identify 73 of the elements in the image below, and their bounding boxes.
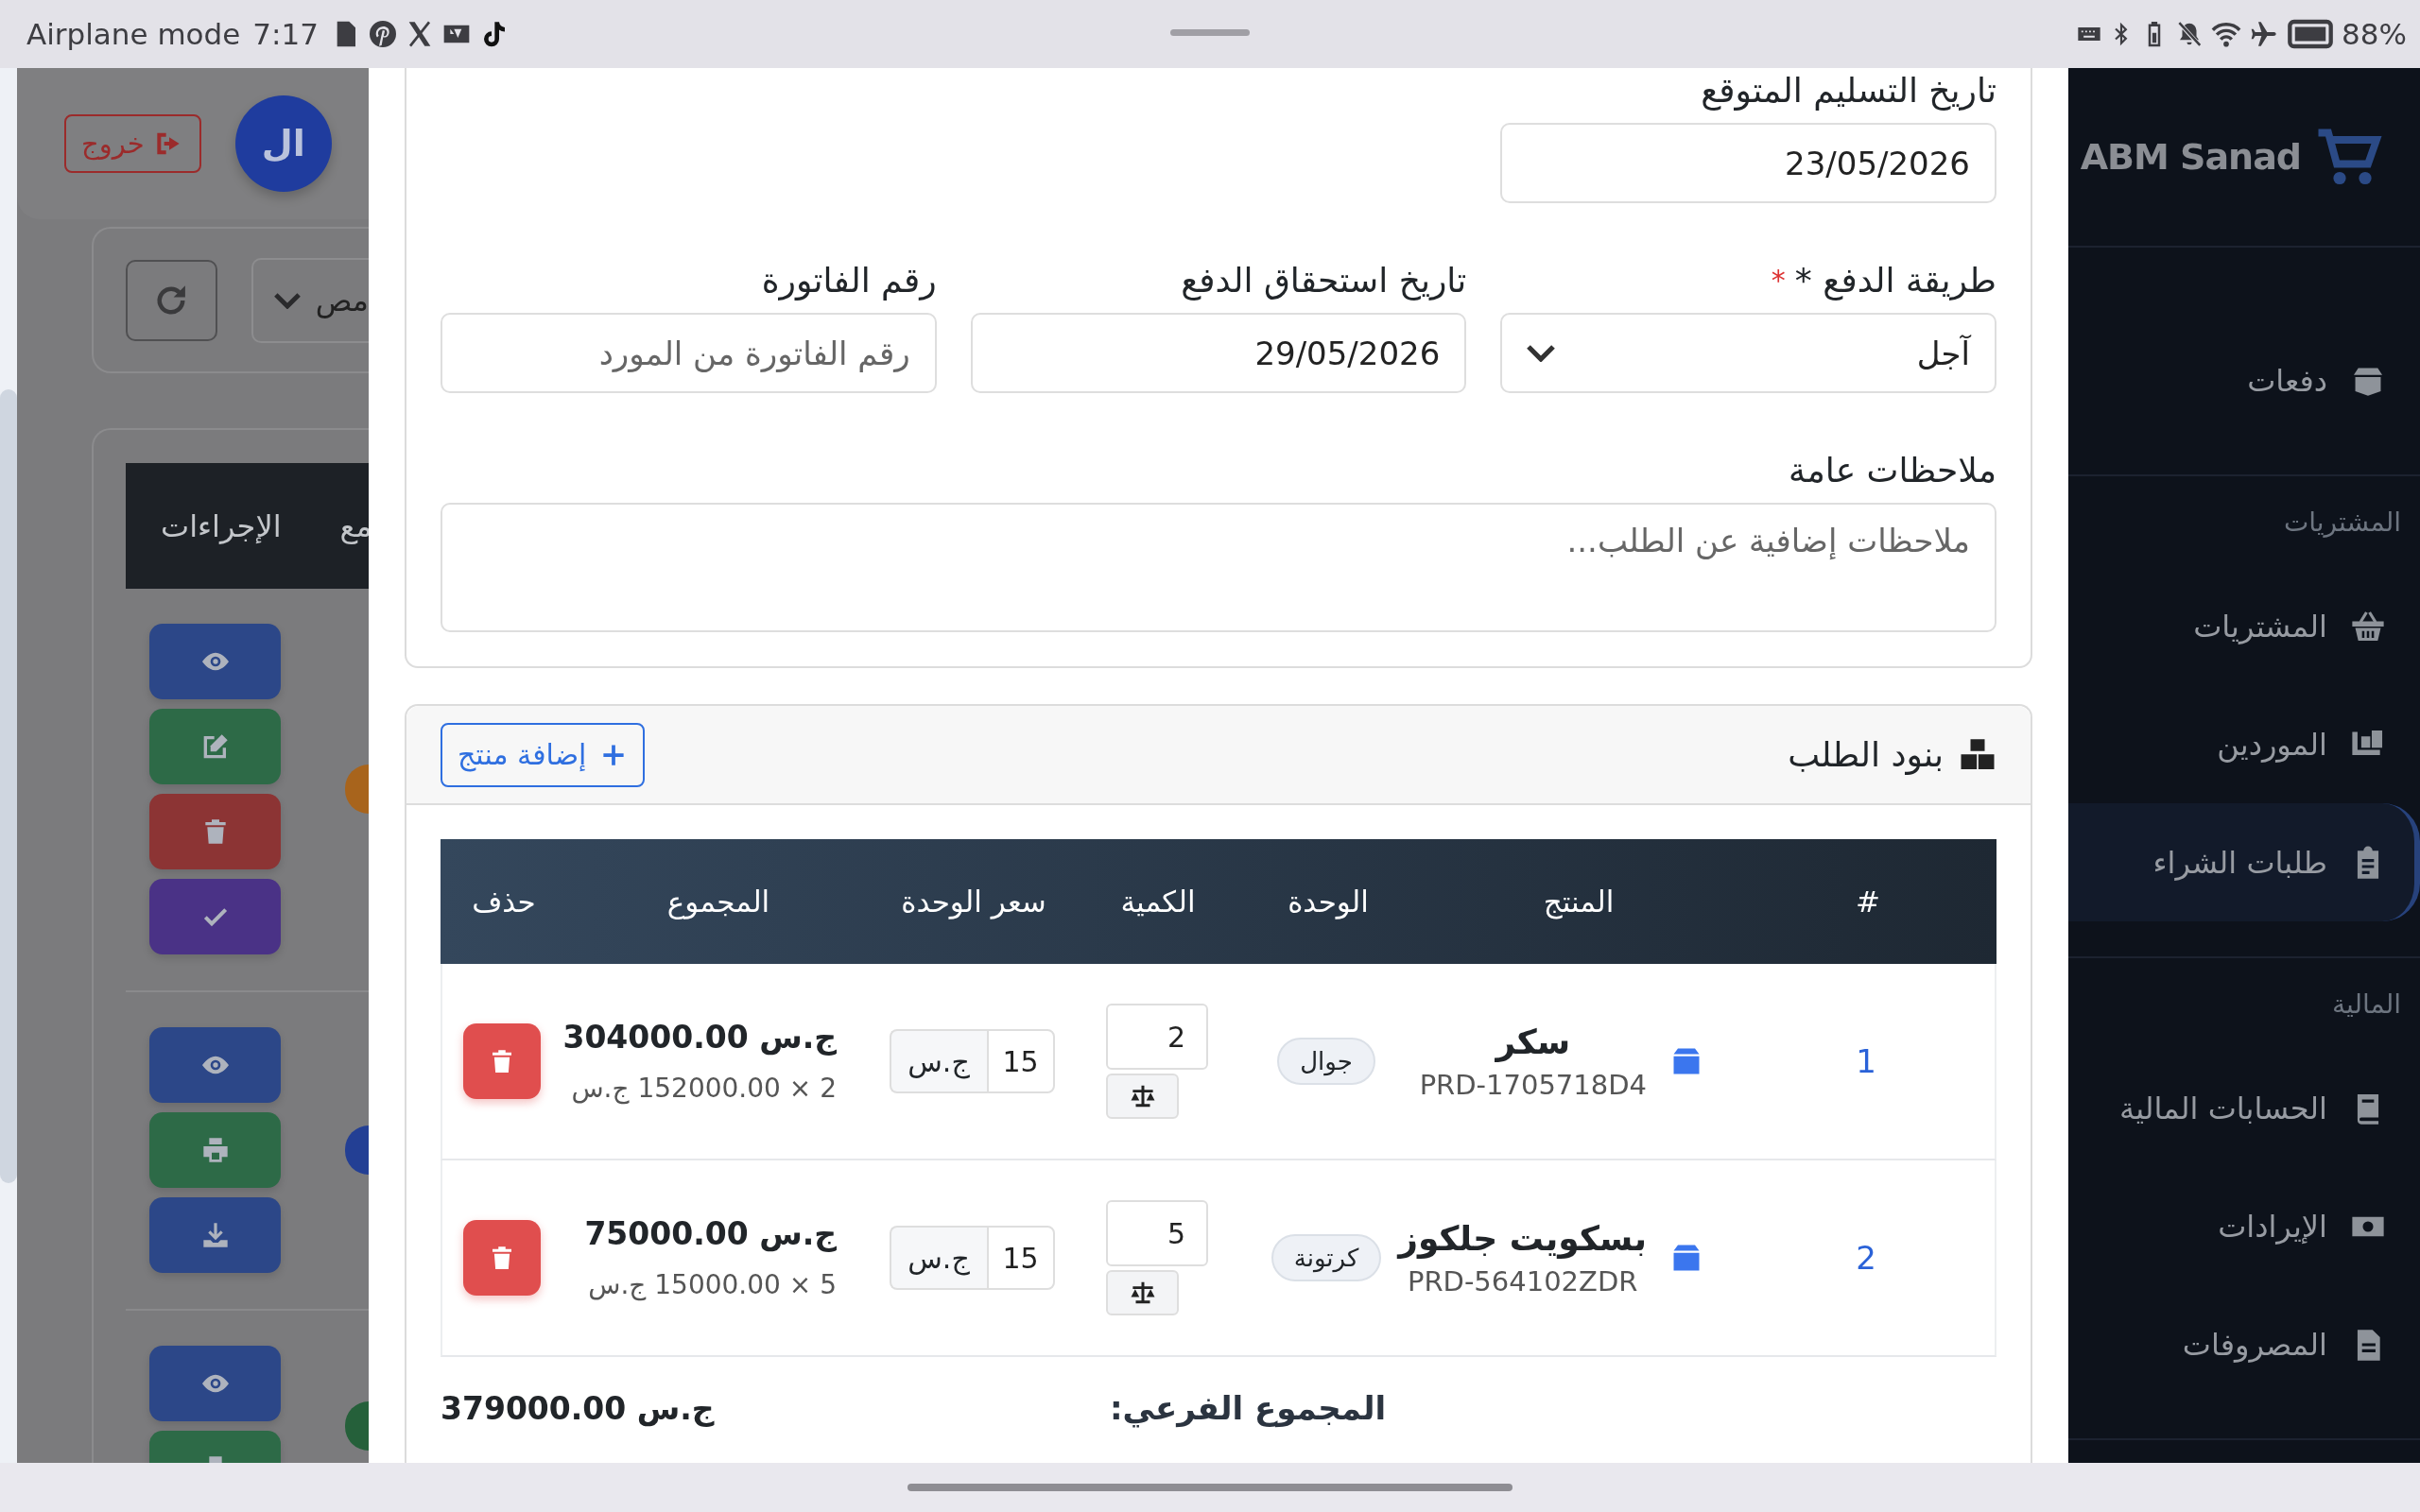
row-number[interactable]: 1 bbox=[1856, 1042, 1876, 1080]
product-code: PRD-564102ZDR bbox=[1407, 1264, 1638, 1297]
action-button[interactable] bbox=[149, 1346, 281, 1421]
section-title: المالية bbox=[2330, 987, 2402, 1022]
action-button[interactable] bbox=[149, 709, 281, 784]
status-text: Airplane mode bbox=[26, 17, 241, 51]
delete-button[interactable] bbox=[463, 1023, 541, 1099]
subtotal-label: المجموع الفرعي: bbox=[1109, 1389, 1387, 1427]
action-button[interactable] bbox=[149, 1197, 281, 1273]
brand-name: ABM Sanad bbox=[2080, 136, 2301, 178]
column-header: # bbox=[1855, 885, 1881, 919]
refresh-button[interactable] bbox=[126, 259, 217, 341]
round-logo-icon bbox=[367, 19, 398, 49]
column-header: الوحدة bbox=[1287, 885, 1370, 919]
unit-badge: جوال bbox=[1277, 1038, 1375, 1085]
drag-handle[interactable] bbox=[1170, 29, 1250, 36]
scale-button[interactable] bbox=[1106, 1270, 1179, 1315]
date-field[interactable]: 29/05/2026 bbox=[970, 313, 1467, 393]
line-breakdown: 5 × 15000.00 ج.س bbox=[588, 1269, 837, 1300]
column-header: المنتج bbox=[1542, 885, 1616, 919]
column-header: حذف bbox=[471, 885, 537, 919]
column-header: الكمية bbox=[1119, 885, 1197, 919]
field-label: رقم الفاتورة bbox=[761, 260, 937, 300]
field-label: ملاحظات عامة bbox=[1789, 450, 1996, 490]
scrollbar[interactable] bbox=[0, 68, 17, 1463]
sidebar-item[interactable]: الإيرادات bbox=[2068, 1167, 2420, 1285]
section-title: المشتريات bbox=[2282, 505, 2402, 540]
section-title: بنود الطلب bbox=[1788, 735, 1944, 774]
add-product-button[interactable]: إضافة منتج bbox=[441, 722, 646, 787]
action-button[interactable] bbox=[149, 1027, 281, 1103]
price-field[interactable]: 15 bbox=[986, 1029, 1055, 1093]
avatar[interactable]: ال bbox=[234, 95, 332, 192]
sidebar-item[interactable]: طلبات الشراء bbox=[2068, 803, 2420, 921]
line-total: 304000.00 ج.س bbox=[562, 1019, 837, 1056]
quantity-field[interactable]: 2 bbox=[1106, 1004, 1208, 1070]
column-header: سعر الوحدة bbox=[900, 885, 1047, 919]
product-code: PRD-1705718D4 bbox=[1419, 1068, 1647, 1101]
currency-label: ج.س bbox=[889, 1226, 987, 1290]
sidebar-item[interactable]: الموردين bbox=[2068, 685, 2420, 803]
line-total: 75000.00 ج.س bbox=[584, 1215, 837, 1252]
field-label: تاريخ استحقاق الدفع bbox=[1181, 260, 1467, 300]
battery-percentage: 88% bbox=[2342, 17, 2407, 51]
sidebar-item[interactable]: الحسابات المالية bbox=[2068, 1049, 2420, 1167]
price-field[interactable]: 15 bbox=[986, 1226, 1055, 1290]
line-breakdown: 2 × 152000.00 ج.س bbox=[571, 1073, 837, 1104]
sidebar-item[interactable]: دفعات bbox=[2068, 321, 2420, 439]
text-field[interactable]: رقم الفاتورة من المورد bbox=[441, 313, 937, 393]
chevron-down-icon bbox=[273, 291, 301, 309]
subtotal-value: 379000.00 ج.س bbox=[441, 1389, 715, 1427]
delete-button[interactable] bbox=[463, 1220, 541, 1296]
sidebar-item[interactable]: المصروفات bbox=[2068, 1285, 2420, 1403]
quantity-field[interactable]: 5 bbox=[1106, 1200, 1208, 1266]
field-label: طريقة الدفع * bbox=[1794, 260, 1996, 300]
product-name: بسكويت جلكوز bbox=[1398, 1218, 1647, 1258]
action-button[interactable] bbox=[149, 624, 281, 699]
select-field[interactable]: آجل bbox=[1500, 313, 1996, 393]
scale-button[interactable] bbox=[1106, 1074, 1179, 1119]
sidebar-item[interactable]: المشتريات bbox=[2068, 567, 2420, 685]
field-label: تاريخ التسليم المتوقع bbox=[1701, 70, 1996, 110]
required-mark: * bbox=[1771, 263, 1786, 297]
row-number[interactable]: 2 bbox=[1856, 1239, 1876, 1277]
action-button[interactable] bbox=[149, 794, 281, 869]
clock: 7:17 bbox=[252, 17, 319, 51]
date-field[interactable]: 23/05/2026 bbox=[1500, 123, 1996, 203]
action-button[interactable] bbox=[149, 1112, 281, 1188]
notes-field[interactable]: ملاحظات إضافية عن الطلب... bbox=[441, 503, 1996, 632]
column-header: المجموع bbox=[666, 885, 771, 919]
unit-badge: كرتونة bbox=[1270, 1234, 1382, 1281]
currency-label: ج.س bbox=[889, 1029, 987, 1093]
chevron-down-icon bbox=[1527, 344, 1556, 362]
column-header: الإجراءات bbox=[161, 507, 282, 544]
product-name: سكر bbox=[1495, 1022, 1571, 1061]
action-button[interactable] bbox=[149, 879, 281, 954]
